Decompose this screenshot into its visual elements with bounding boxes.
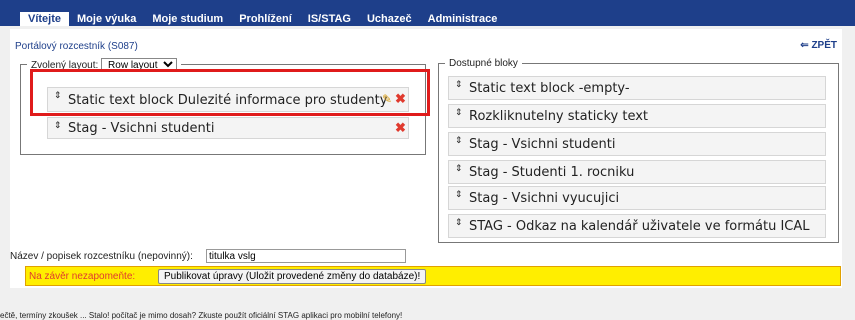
name-label: Název / popisek rozcestníku (nepovinný): (10, 251, 193, 262)
available-block-item[interactable]: ⇕ Stag - Vsichni vyucujici (448, 186, 826, 210)
available-block-title: Static text block -empty- (469, 81, 630, 96)
top-navigation-bar: Vítejte Moje výuka Moje studium Prohlíže… (0, 0, 855, 26)
available-block-title: Stag - Vsichni studenti (469, 137, 616, 152)
close-icon[interactable]: ✖ (395, 120, 406, 136)
available-block-title: Stag - Studenti 1. rocniku (469, 165, 635, 180)
publish-button[interactable]: Publikovat úpravy (Uložit provedené změn… (158, 269, 427, 284)
tab-administrace[interactable]: Administrace (420, 12, 506, 26)
drag-handle-icon[interactable]: ⇕ (455, 135, 463, 146)
available-block-title: Rozkliknutelny staticky text (469, 109, 648, 124)
tab-uchazec[interactable]: Uchazeč (359, 12, 420, 26)
drag-handle-icon[interactable]: ⇕ (455, 217, 463, 228)
chosen-block-item[interactable]: ⇕ Stag - Vsichni studenti ✖ (47, 117, 409, 139)
drag-handle-icon[interactable]: ⇕ (54, 120, 62, 131)
available-block-title: Stag - Vsichni vyucujici (469, 191, 620, 206)
drag-handle-icon[interactable]: ⇕ (455, 79, 463, 90)
available-block-item[interactable]: ⇕ Static text block -empty- (448, 76, 826, 100)
available-block-item[interactable]: ⇕ Stag - Vsichni studenti (448, 132, 826, 156)
tab-moje-vyuka[interactable]: Moje výuka (69, 12, 144, 26)
tab-prohlizeni[interactable]: Prohlížení (231, 12, 300, 26)
available-block-item[interactable]: ⇕ Rozkliknutelny staticky text (448, 104, 826, 128)
back-link[interactable]: ⇐ ZPĚT (800, 40, 837, 51)
drag-handle-icon[interactable]: ⇕ (455, 107, 463, 118)
warning-label: Na závěr nezapomeňte: (29, 271, 136, 282)
page-title: Portálový rozcestník (S087) (15, 41, 138, 52)
tab-is-stag[interactable]: IS/STAG (300, 12, 359, 26)
footer-text: ečtě, termíny zkoušek ... Stalo! počítač… (0, 311, 403, 320)
highlight-frame (30, 69, 430, 116)
name-input[interactable] (206, 249, 406, 263)
available-block-title: STAG - Odkaz na kalendář uživatele ve fo… (469, 219, 810, 234)
available-blocks-legend: Dostupné bloky (449, 58, 518, 69)
available-block-item[interactable]: ⇕ STAG - Odkaz na kalendář uživatele ve … (448, 214, 826, 238)
drag-handle-icon[interactable]: ⇕ (455, 163, 463, 174)
chosen-block-title: Stag - Vsichni studenti (68, 121, 215, 136)
warning-bar: Na závěr nezapomeňte: Publikovat úpravy … (25, 266, 841, 286)
drag-handle-icon[interactable]: ⇕ (455, 189, 463, 200)
available-block-item[interactable]: ⇕ Stag - Studenti 1. rocniku (448, 160, 826, 184)
tab-vitejte[interactable]: Vítejte (20, 12, 70, 26)
main-menu: Vítejte Moje výuka Moje studium Prohlíže… (20, 12, 505, 26)
tab-moje-studium[interactable]: Moje studium (144, 12, 231, 26)
